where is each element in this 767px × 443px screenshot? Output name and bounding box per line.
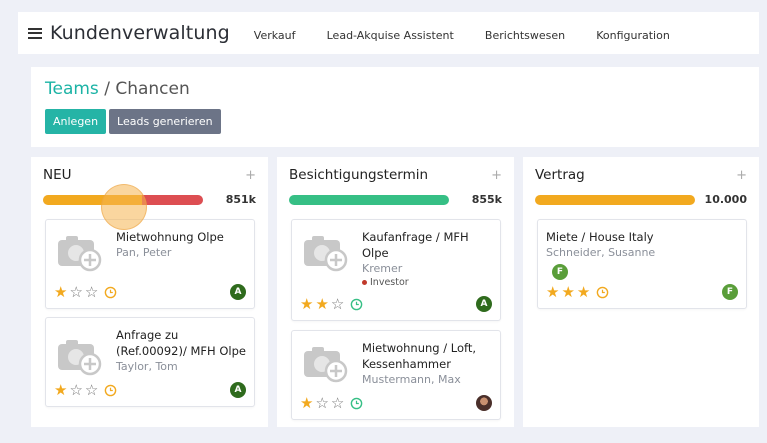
priority-stars: ★ ★ ☆ bbox=[300, 297, 363, 312]
camera-placeholder-icon bbox=[58, 236, 102, 272]
star-icon[interactable]: ★ bbox=[300, 396, 313, 411]
star-icon[interactable]: ★ bbox=[546, 285, 559, 300]
star-icon[interactable]: ☆ bbox=[315, 396, 328, 411]
clock-icon[interactable] bbox=[350, 397, 363, 410]
create-button[interactable]: Anlegen bbox=[45, 109, 107, 134]
opportunity-card[interactable]: Miete / House Italy Schneider, Susanne F… bbox=[537, 219, 747, 309]
breadcrumb-teams-link[interactable]: Teams bbox=[45, 79, 99, 99]
star-icon[interactable]: ☆ bbox=[331, 297, 344, 312]
priority-stars: ★ ★ ★ bbox=[546, 285, 609, 300]
opportunity-card[interactable]: Mietwohnung / Loft, Kessenhammer Musterm… bbox=[291, 330, 501, 420]
star-icon[interactable]: ☆ bbox=[85, 285, 98, 300]
star-icon[interactable]: ★ bbox=[54, 285, 67, 300]
menu-item-verkauf[interactable]: Verkauf bbox=[254, 29, 296, 42]
column-title[interactable]: Besichtigungstermin bbox=[289, 167, 428, 183]
breadcrumb: Teams / Chancen bbox=[45, 79, 745, 99]
card-contact: Taylor, Tom bbox=[116, 360, 178, 373]
priority-stars: ★ ☆ ☆ bbox=[300, 396, 363, 411]
main-menu: Verkauf Lead-Akquise Assistent Berichtsw… bbox=[254, 24, 696, 43]
generate-leads-button[interactable]: Leads generieren bbox=[109, 109, 221, 134]
progress-segment[interactable] bbox=[535, 194, 695, 205]
priority-stars: ★ ☆ ☆ bbox=[54, 383, 117, 398]
star-icon[interactable]: ☆ bbox=[69, 383, 82, 398]
control-panel: Teams / Chancen Anlegen Leads generieren bbox=[31, 67, 759, 147]
user-avatar-photo[interactable] bbox=[476, 395, 492, 411]
card-title: Kaufanfrage / MFH Olpe bbox=[362, 230, 469, 260]
camera-placeholder-icon bbox=[304, 347, 348, 383]
column-title[interactable]: Vertrag bbox=[535, 167, 585, 183]
column-total: 855k bbox=[471, 193, 502, 206]
add-card-icon[interactable]: + bbox=[245, 168, 256, 183]
top-navbar: Kundenverwaltung Verkauf Lead-Akquise As… bbox=[18, 12, 759, 54]
camera-placeholder-icon bbox=[304, 236, 348, 272]
star-icon[interactable]: ★ bbox=[300, 297, 313, 312]
progress-segment[interactable] bbox=[289, 194, 449, 205]
column-progress-bar[interactable] bbox=[289, 194, 449, 205]
tag-label: Investor bbox=[370, 277, 409, 288]
opportunity-card[interactable]: Kaufanfrage / MFH Olpe Kremer Investor ★… bbox=[291, 219, 501, 321]
kanban-column-neu: NEU + 851k Mietwohnung Olpe Pan, Peter ★… bbox=[31, 157, 268, 427]
add-card-icon[interactable]: + bbox=[736, 168, 747, 183]
breadcrumb-separator: / bbox=[98, 79, 116, 99]
kanban-column-vertrag: Vertrag + 10.000 Miete / House Italy Sch… bbox=[523, 157, 759, 427]
card-contact: Mustermann, Max bbox=[362, 373, 461, 386]
card-title: Mietwohnung / Loft, Kessenhammer bbox=[362, 341, 477, 371]
click-highlight-marker bbox=[101, 184, 147, 230]
opportunity-card[interactable]: Mietwohnung Olpe Pan, Peter ★ ☆ ☆ A bbox=[45, 219, 255, 309]
user-avatar[interactable]: F bbox=[722, 284, 738, 300]
user-avatar[interactable]: A bbox=[230, 284, 246, 300]
kanban-column-besichtigungstermin: Besichtigungstermin + 855k Kaufanfrage /… bbox=[277, 157, 514, 427]
priority-stars: ★ ☆ ☆ bbox=[54, 285, 117, 300]
star-icon[interactable]: ☆ bbox=[331, 396, 344, 411]
column-progress-bar[interactable] bbox=[535, 194, 695, 205]
tag-dot-icon bbox=[362, 280, 367, 285]
card-contact: Schneider, Susanne bbox=[546, 246, 656, 259]
menu-item-lead-akquise[interactable]: Lead-Akquise Assistent bbox=[327, 29, 454, 42]
tag-badge: Investor bbox=[362, 277, 492, 288]
column-total: 10.000 bbox=[704, 193, 747, 206]
column-total: 851k bbox=[225, 193, 256, 206]
star-icon[interactable]: ☆ bbox=[69, 285, 82, 300]
user-avatar[interactable]: A bbox=[476, 296, 492, 312]
star-icon[interactable]: ★ bbox=[561, 285, 574, 300]
progress-segment[interactable] bbox=[142, 194, 203, 205]
card-title: Miete / House Italy bbox=[546, 230, 654, 244]
column-title[interactable]: NEU bbox=[43, 167, 72, 183]
app-title[interactable]: Kundenverwaltung bbox=[50, 22, 230, 44]
camera-placeholder-icon bbox=[58, 340, 102, 376]
clock-icon[interactable] bbox=[104, 286, 117, 299]
card-contact: Kremer bbox=[362, 262, 403, 275]
menu-item-berichtswesen[interactable]: Berichtswesen bbox=[485, 29, 565, 42]
star-icon[interactable]: ★ bbox=[577, 285, 590, 300]
clock-icon[interactable] bbox=[104, 384, 117, 397]
opportunity-card[interactable]: Anfrage zu (Ref.00092)/ MFH Olpe Taylor,… bbox=[45, 317, 255, 407]
menu-item-konfiguration[interactable]: Konfiguration bbox=[596, 29, 670, 42]
user-avatar[interactable]: A bbox=[230, 382, 246, 398]
breadcrumb-current: Chancen bbox=[115, 79, 190, 99]
star-icon[interactable]: ★ bbox=[54, 383, 67, 398]
clock-icon[interactable] bbox=[350, 298, 363, 311]
card-title: Anfrage zu (Ref.00092)/ MFH Olpe bbox=[116, 328, 246, 358]
user-avatar[interactable]: F bbox=[552, 264, 568, 280]
add-card-icon[interactable]: + bbox=[491, 168, 502, 183]
star-icon[interactable]: ★ bbox=[315, 297, 328, 312]
card-title: Mietwohnung Olpe bbox=[116, 230, 224, 244]
card-contact: Pan, Peter bbox=[116, 246, 172, 259]
star-icon[interactable]: ☆ bbox=[85, 383, 98, 398]
hamburger-menu-icon[interactable] bbox=[28, 27, 42, 39]
clock-icon[interactable] bbox=[596, 286, 609, 299]
